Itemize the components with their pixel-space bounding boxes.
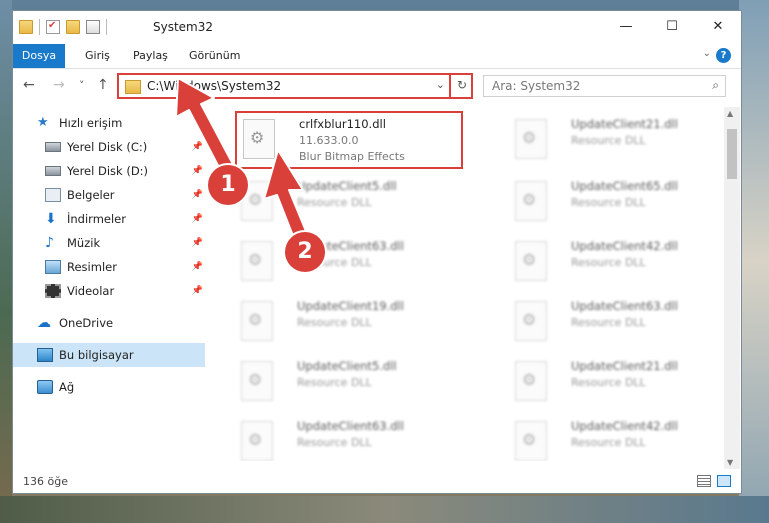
callout-1: 1 [208, 165, 248, 205]
arrow-to-address-bar [175, 77, 237, 178]
arrow-to-file-item [263, 149, 309, 242]
annotation-arrows [175, 77, 309, 242]
callout-2: 2 [285, 232, 325, 272]
